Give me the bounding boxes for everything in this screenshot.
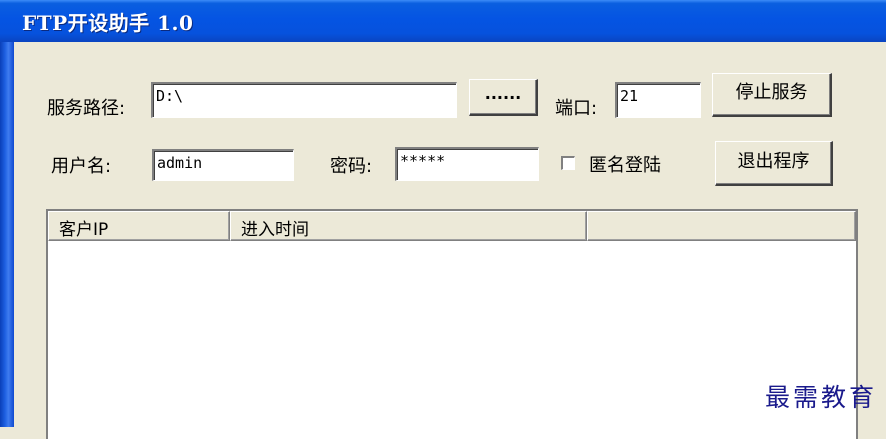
password-label: 密码: (330, 156, 373, 177)
username-input[interactable]: admin (152, 149, 294, 181)
port-label: 端口: (555, 98, 598, 119)
password-input[interactable]: ***** (395, 147, 539, 181)
column-header-client-ip[interactable]: 客户IP (48, 211, 230, 241)
port-input[interactable]: 21 (615, 82, 701, 118)
window-title: FTP开设助手 1.0 (22, 11, 194, 35)
path-label: 服务路径: (47, 98, 126, 119)
username-label: 用户名: (51, 156, 112, 177)
exit-button[interactable]: 退出程序 (715, 141, 833, 186)
title-bar[interactable]: FTP开设助手 1.0 (0, 0, 886, 42)
anonymous-checkbox[interactable] (561, 156, 575, 170)
browse-button[interactable]: ...... (469, 79, 538, 116)
column-header-entry-time[interactable]: 进入时间 (230, 211, 587, 241)
client-list-header: 客户IP 进入时间 (48, 211, 856, 241)
client-list[interactable]: 客户IP 进入时间 (46, 209, 858, 439)
stop-service-button[interactable]: 停止服务 (712, 73, 832, 117)
path-input[interactable]: D:\ (151, 82, 457, 118)
column-header-empty[interactable] (587, 211, 856, 241)
anonymous-label: 匿名登陆 (589, 155, 661, 176)
watermark-text: 最需教育 (765, 383, 878, 412)
window-frame-left (0, 42, 14, 427)
